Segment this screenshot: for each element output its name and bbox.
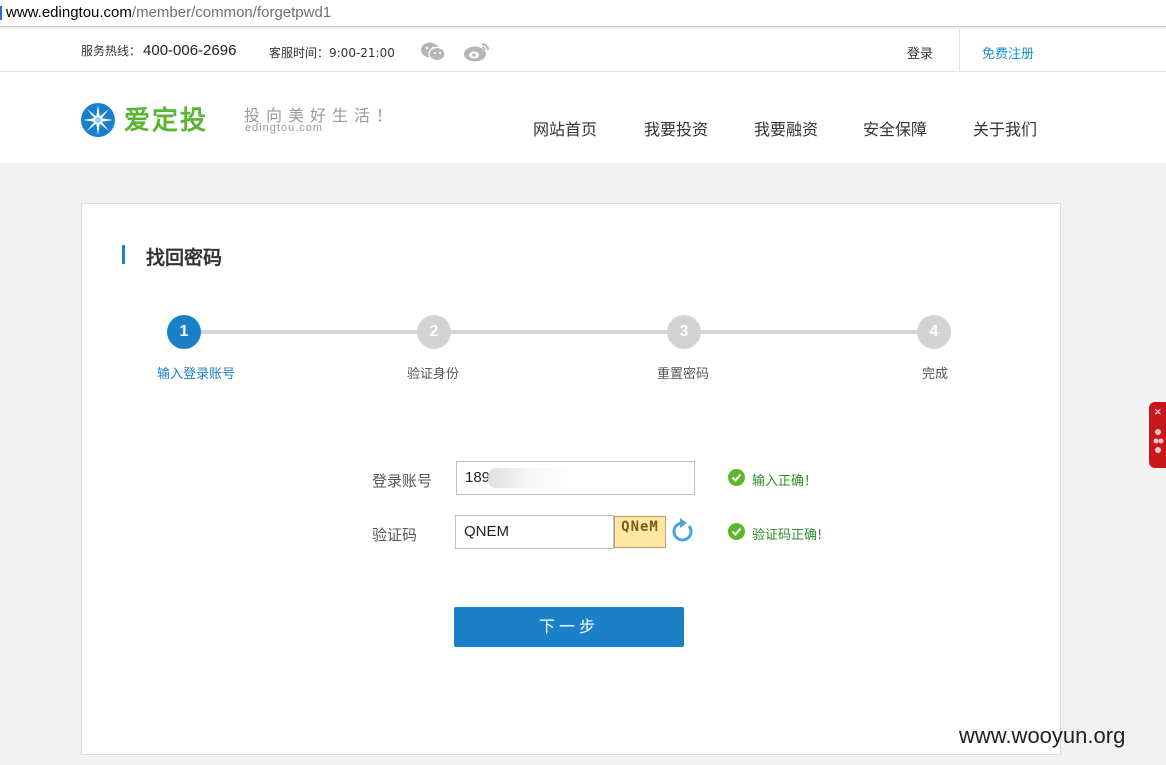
refresh-captcha-icon[interactable] [670,517,696,545]
url-host: www.edingtou.com [6,4,132,21]
floating-service-widget[interactable]: × [1149,402,1166,468]
account-ok-text: 输入正确！ [752,474,818,489]
account-label: 登录账号 [372,472,433,490]
title-accent-bar [122,245,125,264]
captcha-ok-text: 验证码正确! [752,528,823,543]
site-header: 爱定投 投向美好生活！ edingtou.com 网站首页 我要投资 我要融资 … [0,72,1166,163]
next-step-button[interactable]: 下一步 [454,607,684,647]
logo-icon [81,103,115,137]
step-1-label: 输入登录账号 [157,367,236,382]
register-link[interactable]: 免费注册 [982,43,1034,62]
step-2-label: 验证身份 [407,367,460,382]
nav-financing[interactable]: 我要融资 [754,116,818,140]
hotline: 服务热线： 400-006-2696 [81,42,236,59]
top-info-bar: 服务热线： 400-006-2696 客服时间：9:00-21:00 登录 免费… [0,29,1166,72]
account-value: 189 [465,469,491,486]
account-ok-message: 输入正确！ [728,469,818,489]
address-url[interactable]: www.edingtou.com/member/common/forgetpwd… [6,4,331,21]
step-4-circle: 4 [917,315,951,349]
login-link[interactable]: 登录 [907,43,933,62]
nav-about[interactable]: 关于我们 [973,116,1037,140]
nav-home[interactable]: 网站首页 [533,116,597,140]
topbar-divider [959,29,960,72]
social-links [420,41,503,67]
step-connector-2 [450,330,668,334]
redaction-blur [488,468,572,488]
captcha-label: 验证码 [372,526,418,544]
step-connector-1 [200,330,418,334]
step-connector-3 [700,330,918,334]
captcha-ok-message: 验证码正确! [728,523,823,543]
wechat-icon[interactable] [420,41,446,67]
forgot-password-card: 找回密码 1 2 3 4 输入登录账号 验证身份 重置密码 完成 登录账号 18… [81,203,1061,755]
site-logo[interactable]: 爱定投 投向美好生活！ edingtou.com [80,100,420,140]
check-circle-icon [728,469,745,486]
nav-invest[interactable]: 我要投资 [644,116,708,140]
page-title: 找回密码 [146,247,223,269]
url-path: /member/common/forgetpwd1 [131,4,332,21]
browser-address-bar[interactable]: www.edingtou.com/member/common/forgetpwd… [0,0,1166,27]
step-1-circle: 1 [167,315,201,349]
step-3-label: 重置密码 [657,367,710,382]
step-3-circle: 3 [667,315,701,349]
address-bar-edge [0,6,2,20]
hotline-label: 服务热线： [81,44,142,58]
hotline-number: 400-006-2696 [143,42,237,59]
weibo-icon[interactable] [463,41,491,67]
chat-icon [1153,429,1164,453]
captcha-image[interactable]: QNeM [614,516,666,548]
watermark-text: www.wooyun.org [959,723,1126,748]
step-2-circle: 2 [417,315,451,349]
step-4-label: 完成 [922,367,949,382]
service-hours: 客服时间：9:00-21:00 [269,46,395,60]
nav-security[interactable]: 安全保障 [863,116,927,140]
brand-name: 爱定投 [124,106,209,136]
captcha-input[interactable]: QNEM [455,515,614,549]
close-icon[interactable]: × [1154,404,1162,419]
check-circle-icon [728,523,745,540]
account-input[interactable]: 189 [456,461,695,495]
brand-domain: edingtou.com [245,122,324,134]
